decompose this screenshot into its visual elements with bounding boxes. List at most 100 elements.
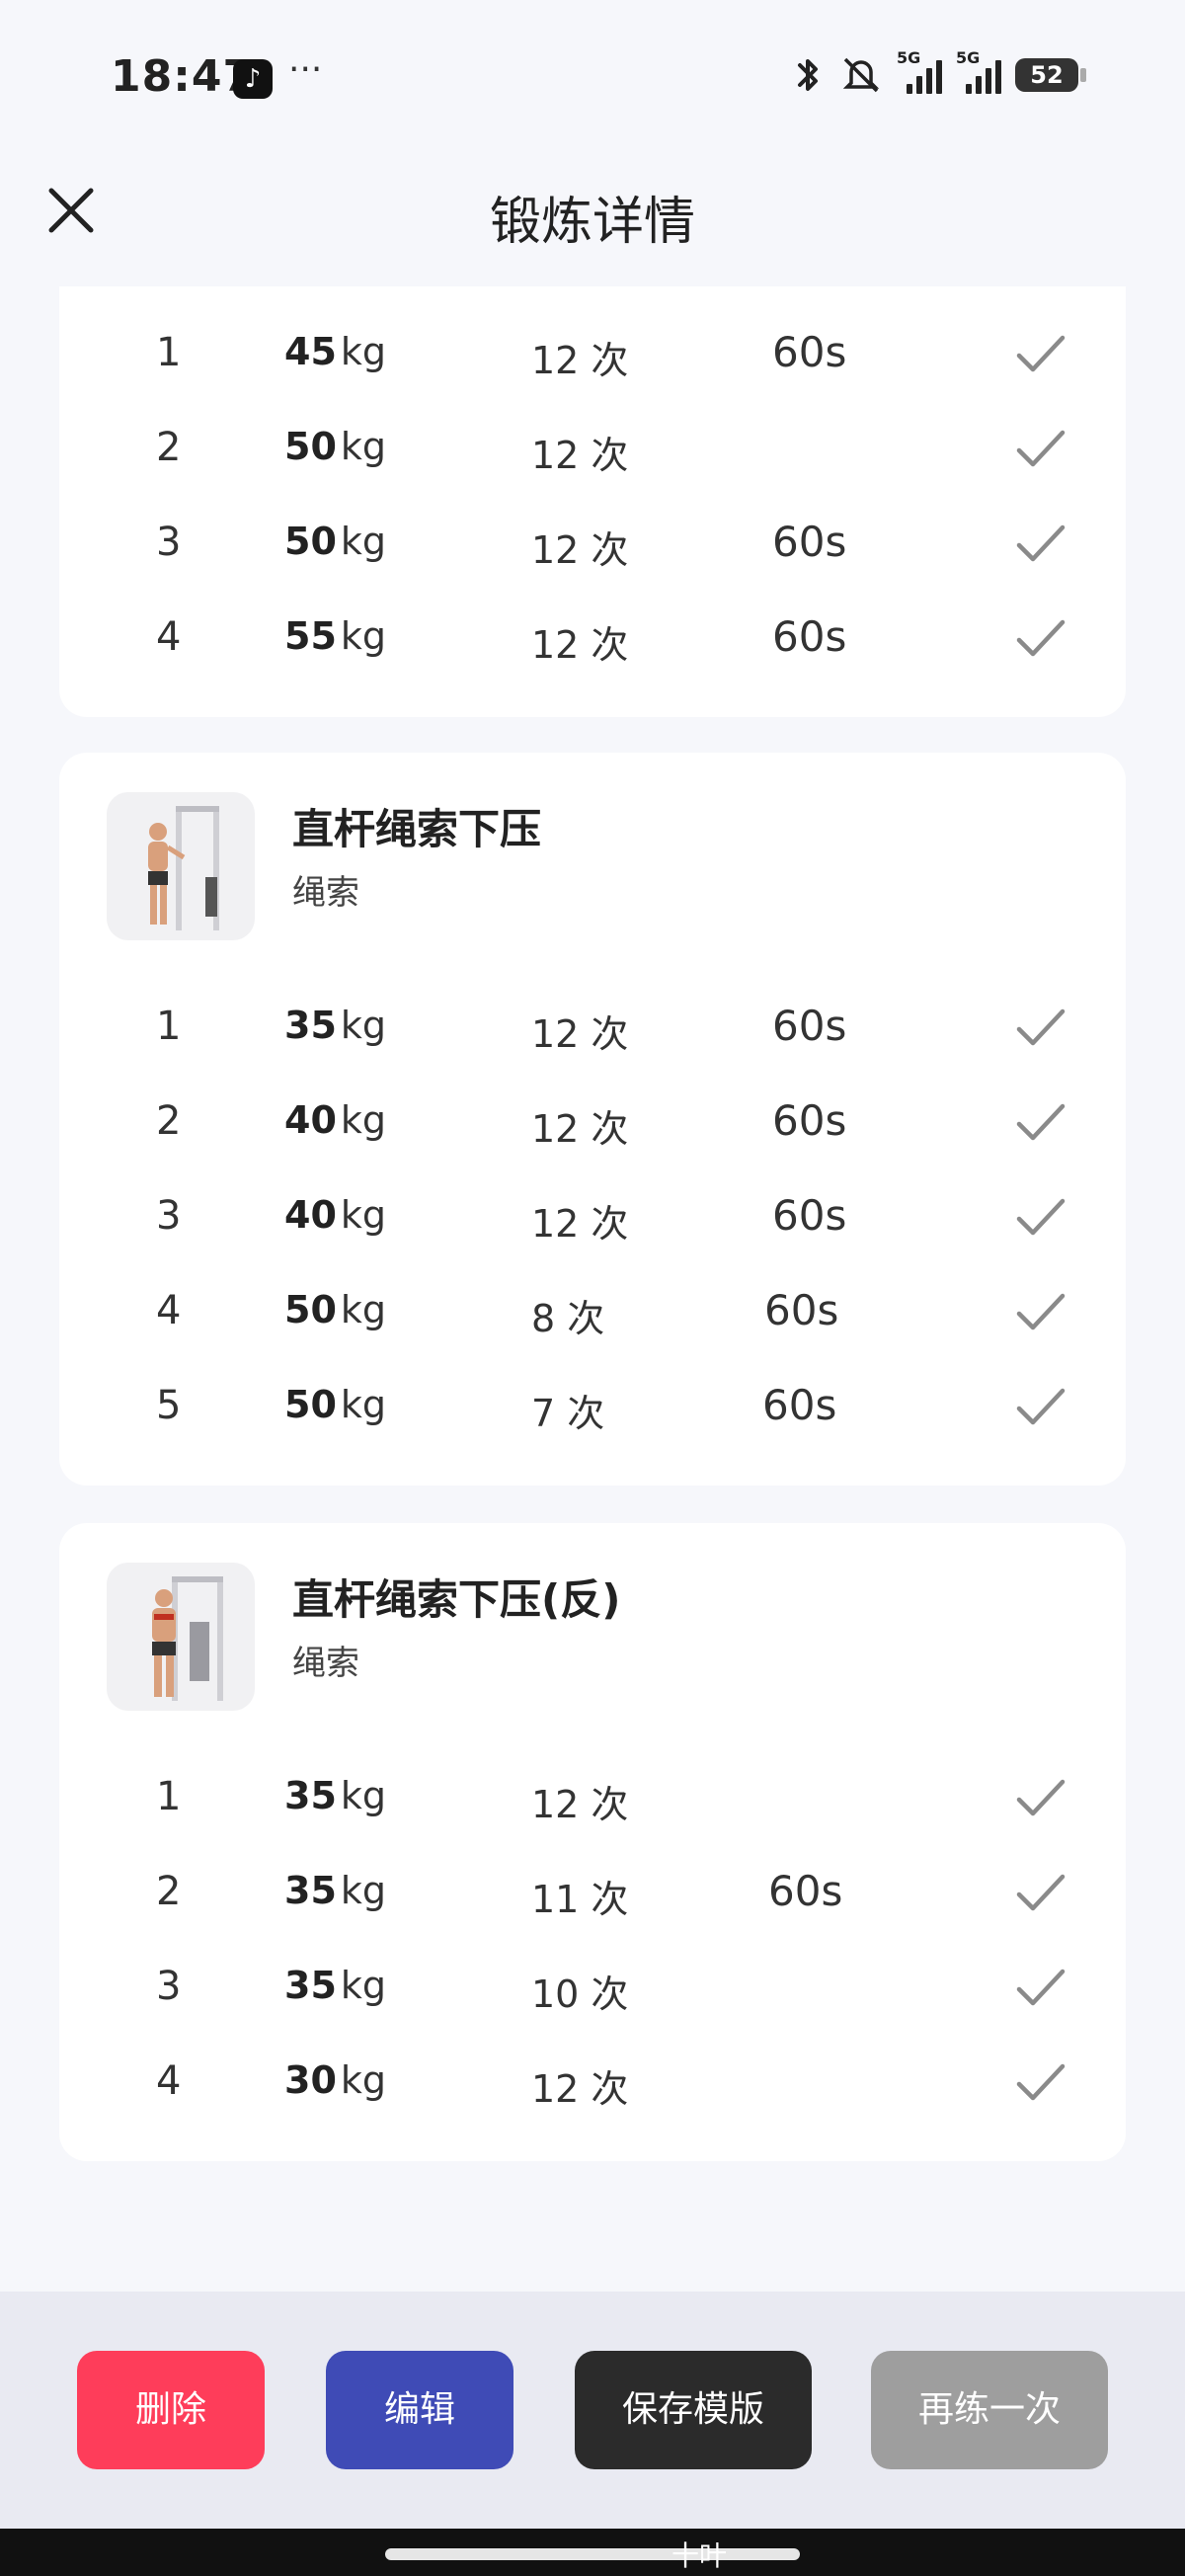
set-weight: 35 kg [284, 1004, 387, 1047]
edit-button[interactable]: 编辑 [326, 2351, 514, 2469]
cellular-signal-1-icon: 5G [897, 48, 942, 94]
set-row: 1 35 kg 12 次 60s [59, 992, 1126, 1061]
check-icon[interactable] [1013, 421, 1068, 476]
check-icon[interactable] [1013, 1960, 1068, 2015]
cellular-signal-2-icon: 5G [956, 48, 1001, 94]
set-reps: 7 次 [531, 1392, 605, 1435]
set-rest: 60s [772, 1002, 847, 1050]
exercise-name: 直杆绳索下压(反) [292, 1575, 621, 1624]
set-row: 3 40 kg 12 次 60s [59, 1181, 1126, 1250]
battery-icon: 52 [1015, 58, 1086, 92]
set-weight: 50 kg [284, 520, 387, 563]
set-index: 5 [156, 1383, 182, 1428]
set-reps: 8 次 [531, 1297, 605, 1340]
exercise-name: 直杆绳索下压 [292, 805, 542, 853]
set-row: 2 35 kg 11 次 60s [59, 1857, 1126, 1926]
check-icon[interactable] [1013, 1000, 1068, 1055]
save-template-button[interactable]: 保存模版 [575, 2351, 812, 2469]
set-reps: 12 次 [531, 2067, 629, 2111]
check-icon[interactable] [1013, 326, 1068, 381]
set-index: 1 [156, 1774, 182, 1819]
set-rest: 60s [764, 1286, 839, 1334]
cable-machine-figure-icon [148, 806, 219, 930]
set-reps: 12 次 [531, 434, 629, 477]
set-weight: 50 kg [284, 1288, 387, 1331]
status-bar: 18:47 ♪ ··· 5G 5G 52 [0, 0, 1185, 158]
set-reps: 10 次 [531, 1972, 629, 2016]
page-title: 锻炼详情 [489, 193, 695, 252]
set-index: 1 [156, 330, 182, 375]
check-icon[interactable] [1013, 610, 1068, 666]
set-weight: 30 kg [284, 2058, 387, 2102]
check-icon[interactable] [1013, 516, 1068, 571]
set-reps: 12 次 [531, 1107, 629, 1151]
set-weight: 40 kg [284, 1098, 387, 1142]
set-reps: 12 次 [531, 1012, 629, 1056]
set-weight: 40 kg [284, 1193, 387, 1237]
exercise-card-1: 1 45 kg 12 次 60s 2 50 kg 12 次 3 50 kg 12 次 … [59, 286, 1126, 717]
exercise-thumbnail[interactable] [107, 792, 255, 940]
set-rest: 60s [768, 1867, 843, 1915]
set-index: 4 [156, 614, 182, 660]
bottom-action-bar: 删除 编辑 保存模版 再练一次 [0, 2292, 1185, 2529]
set-reps: 12 次 [531, 339, 629, 382]
set-index: 4 [156, 2058, 182, 2104]
check-icon[interactable] [1013, 1379, 1068, 1434]
check-icon[interactable] [1013, 1189, 1068, 1245]
exercise-card-3: 直杆绳索下压(反) 绳索 1 35 kg 12 次 2 35 kg 11 次 60s… [59, 1523, 1126, 2161]
exercise-thumbnail[interactable] [107, 1563, 255, 1711]
set-row: 1 45 kg 12 次 60s [59, 318, 1126, 387]
muted-bell-icon [842, 57, 880, 93]
check-icon[interactable] [1013, 1284, 1068, 1339]
home-indicator[interactable] [385, 2548, 800, 2560]
set-weight: 35 kg [284, 1774, 387, 1817]
set-index: 3 [156, 1193, 182, 1239]
tiktok-icon: ♪ [233, 59, 273, 99]
set-rest: 60s [772, 612, 847, 661]
set-weight: 35 kg [284, 1964, 387, 2007]
set-row: 3 50 kg 12 次 60s [59, 508, 1126, 577]
set-rest: 60s [772, 1096, 847, 1145]
set-rest: 60s [772, 518, 847, 566]
check-icon[interactable] [1013, 1094, 1068, 1150]
nav-overlay-text: 十叶 [672, 2539, 728, 2572]
set-row: 5 50 kg 7 次 60s [59, 1371, 1126, 1440]
set-weight: 45 kg [284, 330, 387, 373]
set-row: 2 50 kg 12 次 [59, 413, 1126, 482]
check-icon[interactable] [1013, 1770, 1068, 1825]
set-row: 4 30 kg 12 次 [59, 2047, 1126, 2116]
check-icon[interactable] [1013, 2054, 1068, 2110]
exercise-equipment: 绳索 [292, 1644, 359, 1683]
exercise-card-2: 直杆绳索下压 绳索 1 35 kg 12 次 60s 2 40 kg 12 次 60… [59, 753, 1126, 1486]
set-index: 2 [156, 425, 182, 470]
set-row: 2 40 kg 12 次 60s [59, 1087, 1126, 1156]
set-index: 4 [156, 1288, 182, 1333]
set-index: 3 [156, 520, 182, 565]
set-rest: 60s [772, 328, 847, 376]
delete-button[interactable]: 删除 [77, 2351, 265, 2469]
set-index: 1 [156, 1004, 182, 1049]
set-weight: 50 kg [284, 1383, 387, 1426]
set-weight: 55 kg [284, 614, 387, 658]
set-reps: 12 次 [531, 1783, 629, 1826]
set-index: 3 [156, 1964, 182, 2009]
exercise-equipment: 绳索 [292, 873, 359, 913]
status-indicators: 5G 5G 52 [792, 48, 1086, 95]
set-index: 2 [156, 1869, 182, 1914]
set-row: 4 50 kg 8 次 60s [59, 1276, 1126, 1345]
app-header: 锻炼详情 [0, 158, 1185, 277]
set-row: 4 55 kg 12 次 60s [59, 603, 1126, 672]
bluetooth-icon [798, 59, 818, 91]
more-notifications-icon: ··· [288, 49, 323, 90]
set-row: 1 35 kg 12 次 [59, 1762, 1126, 1831]
check-icon[interactable] [1013, 1865, 1068, 1920]
set-reps: 11 次 [531, 1878, 629, 1921]
set-index: 2 [156, 1098, 182, 1144]
set-reps: 12 次 [531, 528, 629, 572]
set-reps: 12 次 [531, 1202, 629, 1246]
set-row: 3 35 kg 10 次 [59, 1952, 1126, 2021]
set-reps: 12 次 [531, 623, 629, 667]
set-rest: 60s [762, 1381, 837, 1429]
train-again-button[interactable]: 再练一次 [871, 2351, 1108, 2469]
set-weight: 50 kg [284, 425, 387, 468]
